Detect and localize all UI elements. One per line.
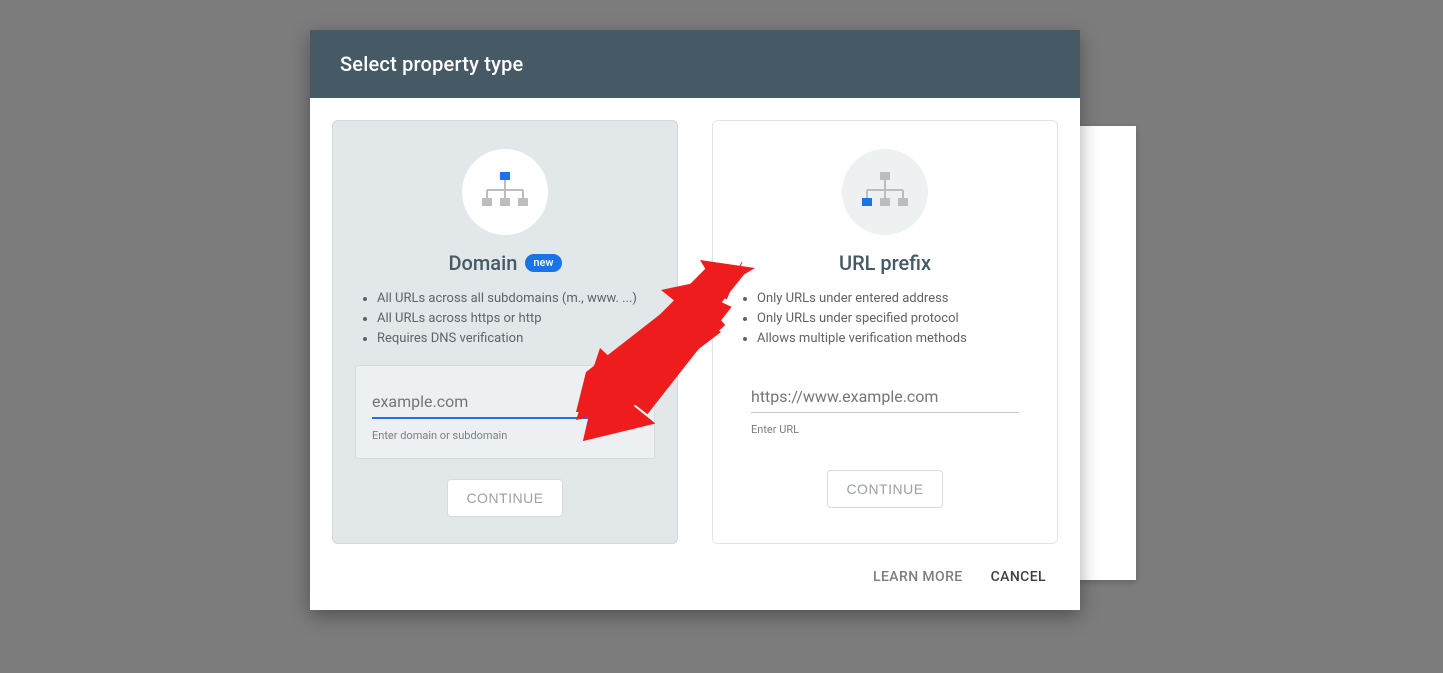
url-prefix-continue-button[interactable]: CONTINUE (827, 470, 942, 508)
url-prefix-input-helper: Enter URL (751, 423, 1019, 436)
modal-body: Domain new All URLs across all subdomain… (310, 98, 1080, 544)
domain-input[interactable] (372, 388, 638, 419)
learn-more-link[interactable]: LEARN MORE (873, 569, 963, 585)
domain-input-box: Enter domain or subdomain (355, 365, 655, 459)
property-type-modal: Select property type Domain (310, 30, 1080, 610)
list-item: Allows multiple verification methods (757, 329, 1035, 349)
domain-title: Domain (448, 251, 517, 275)
url-prefix-title: URL prefix (839, 251, 931, 275)
or-divider: or (678, 120, 712, 544)
url-prefix-input[interactable] (751, 383, 1019, 413)
domain-tree-icon (462, 149, 548, 235)
url-prefix-bullets: Only URLs under entered address Only URL… (735, 289, 1035, 349)
card-domain[interactable]: Domain new All URLs across all subdomain… (332, 120, 678, 544)
cancel-button[interactable]: CANCEL (991, 569, 1046, 585)
list-item: All URLs across https or http (377, 309, 655, 329)
or-label: or (689, 325, 701, 340)
modal-title: Select property type (340, 52, 523, 76)
list-item: Requires DNS verification (377, 329, 655, 349)
url-prefix-title-row: URL prefix (839, 251, 931, 275)
modal-footer: LEARN MORE CANCEL (310, 544, 1080, 610)
domain-title-row: Domain new (448, 251, 561, 275)
domain-input-helper: Enter domain or subdomain (372, 429, 638, 442)
card-url-prefix[interactable]: URL prefix Only URLs under entered addre… (712, 120, 1058, 544)
new-badge: new (525, 254, 561, 272)
url-prefix-tree-icon (842, 149, 928, 235)
domain-continue-button[interactable]: CONTINUE (447, 479, 562, 517)
list-item: All URLs across all subdomains (m., www.… (377, 289, 655, 309)
domain-bullets: All URLs across all subdomains (m., www.… (355, 289, 655, 349)
modal-header: Select property type (310, 30, 1080, 98)
list-item: Only URLs under entered address (757, 289, 1035, 309)
url-prefix-input-box: Enter URL (735, 365, 1035, 450)
list-item: Only URLs under specified protocol (757, 309, 1035, 329)
